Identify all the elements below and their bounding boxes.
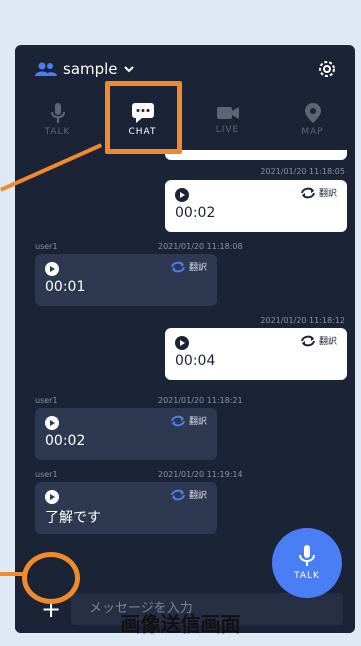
translate-button[interactable]: 翻訳: [170, 488, 207, 501]
tab-map[interactable]: MAP: [270, 95, 355, 145]
voice-message[interactable]: 00:02 翻訳: [165, 180, 347, 232]
text-message[interactable]: 了解です 翻訳: [35, 482, 217, 534]
translate-icon: [300, 335, 315, 346]
translate-icon: [300, 187, 315, 198]
tab-live[interactable]: LIVE: [185, 95, 270, 145]
translate-button[interactable]: 翻訳: [300, 334, 337, 347]
message-time: 2021/01/20 11:18:08: [158, 242, 243, 251]
map-pin-icon: [304, 103, 321, 123]
username: sample: [63, 60, 118, 78]
user-selector[interactable]: sample: [35, 60, 140, 78]
chat-tab-highlight: [105, 81, 182, 154]
voice-message[interactable]: 00:01 翻訳: [35, 254, 217, 306]
play-icon[interactable]: [175, 188, 189, 202]
message-sender: user1: [35, 242, 58, 251]
voice-message[interactable]: 00:02 翻訳: [35, 408, 217, 460]
voice-message[interactable]: 00:04 翻訳: [165, 328, 347, 380]
message-sender: user1: [35, 396, 58, 405]
microphone-icon: [299, 545, 315, 566]
translate-button[interactable]: 翻訳: [170, 260, 207, 273]
phone-screen: sample TALK CHAT LIVE MAP 2021/01/20 11:…: [15, 45, 355, 633]
voice-duration: 00:02: [45, 433, 86, 449]
message-time: 2021/01/20 11:19:14: [158, 470, 243, 479]
chat-list[interactable]: 2021/01/20 11:18:05 00:02 翻訳 user1 2021/…: [15, 150, 355, 590]
message-time: 2021/01/20 11:18:12: [260, 316, 345, 325]
play-icon[interactable]: [45, 490, 59, 504]
tab-talk[interactable]: TALK: [15, 95, 100, 145]
message-time: 2021/01/20 11:18:21: [158, 396, 243, 405]
message-bubble-partial: [165, 150, 347, 160]
play-icon[interactable]: [175, 336, 189, 350]
voice-duration: 00:01: [45, 279, 86, 295]
translate-button[interactable]: 翻訳: [300, 186, 337, 199]
voice-duration: 00:04: [175, 353, 216, 369]
message-sender: user1: [35, 470, 58, 479]
translate-icon: [170, 261, 185, 272]
header: sample: [15, 45, 355, 95]
microphone-icon: [50, 103, 65, 123]
video-camera-icon: [216, 107, 239, 119]
gear-icon[interactable]: [317, 59, 337, 79]
users-icon: [35, 62, 57, 76]
tab-bar: TALK CHAT LIVE MAP: [15, 95, 355, 145]
play-icon[interactable]: [45, 262, 59, 276]
message-time: 2021/01/20 11:18:05: [260, 167, 345, 176]
caption: 画像送信画面: [120, 612, 241, 636]
talk-button[interactable]: TALK: [272, 528, 342, 598]
voice-duration: 00:02: [175, 205, 216, 221]
chevron-down-icon: [123, 65, 134, 72]
plus-button-highlight: [22, 552, 80, 604]
translate-icon: [170, 415, 185, 426]
play-icon[interactable]: [45, 416, 59, 430]
translate-icon: [170, 489, 185, 500]
message-text: 了解です: [45, 510, 101, 526]
translate-button[interactable]: 翻訳: [170, 414, 207, 427]
talk-label: TALK: [294, 571, 320, 581]
